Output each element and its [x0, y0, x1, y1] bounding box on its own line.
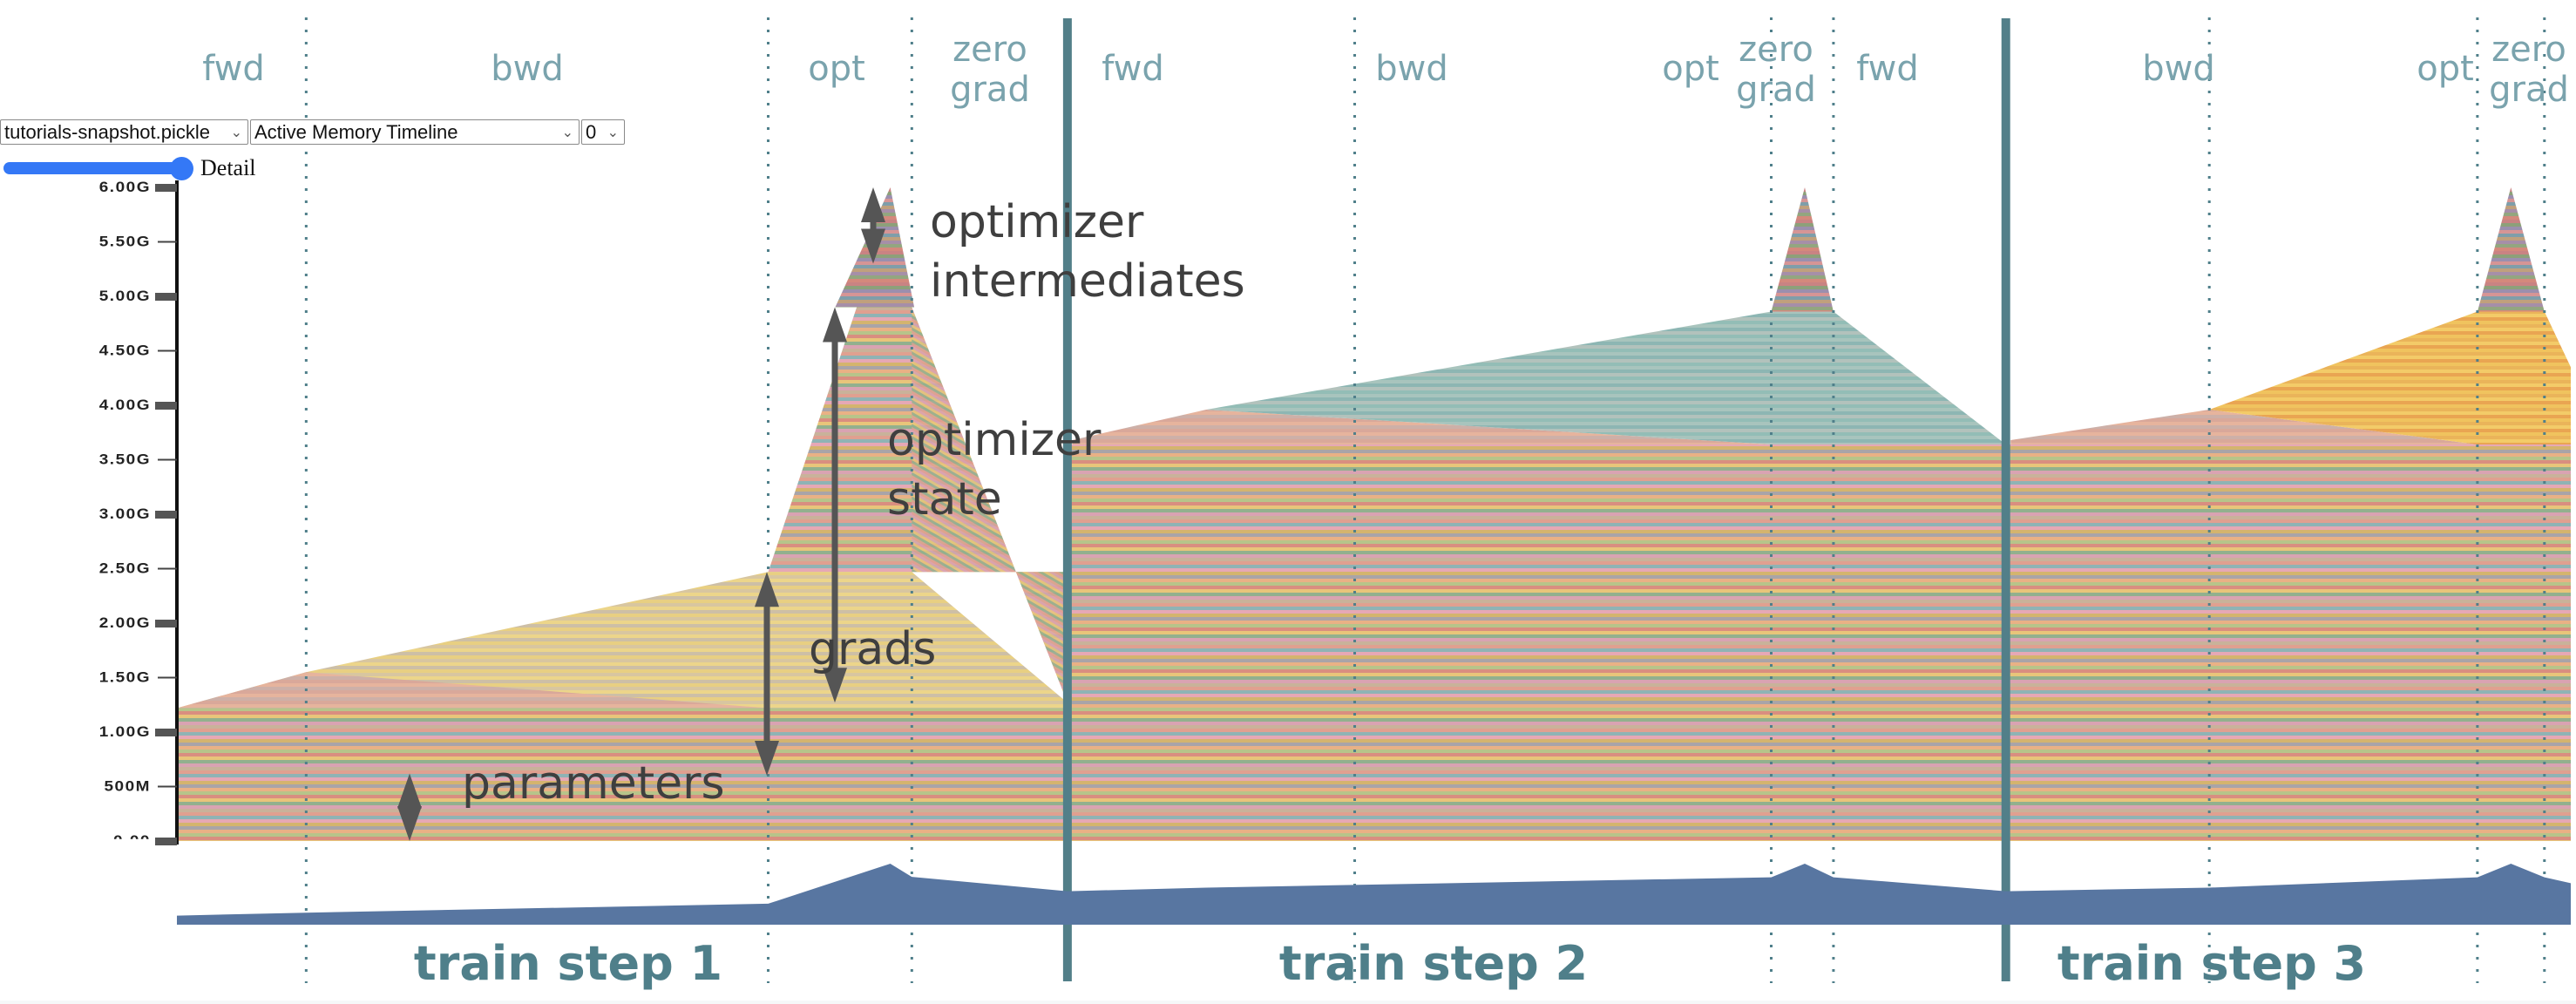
- detail-slider[interactable]: [3, 157, 193, 180]
- y-tick: [155, 402, 177, 410]
- y-tick: [155, 620, 177, 628]
- y-tick-label: 5.50G: [99, 234, 151, 249]
- arrow-up-icon: [861, 187, 885, 222]
- phase-label-bwd: bwd: [491, 49, 564, 89]
- y-tick: [155, 729, 177, 736]
- page-bottom-band: [0, 1001, 2576, 1004]
- controls-bar: tutorials-snapshot.pickle ⌄ Active Memor…: [0, 119, 625, 145]
- optimizer-intermediates-label: optimizer: [930, 196, 1144, 248]
- snapshot-file-select[interactable]: tutorials-snapshot.pickle ⌄: [0, 119, 248, 145]
- memory-viz-page: tutorials-snapshot.pickle ⌄ Active Memor…: [0, 0, 2576, 1004]
- phase-label-zero-grad: zero: [952, 30, 1027, 70]
- phase-label-bwd: bwd: [2142, 49, 2215, 89]
- train-step-label: train step 3: [2057, 936, 2366, 991]
- y-tick-label: 4.00G: [99, 397, 151, 412]
- grads-label: grads: [809, 623, 936, 675]
- y-axis: 0.00 500M 1.00G 1.50G 2.00G 2.50G 3.00G 3.50G 4.…: [99, 179, 179, 848]
- phase-label-zero-grad: zero: [1739, 30, 1813, 70]
- phase-label-opt: opt: [2417, 49, 2474, 89]
- optimizer-state-area: [1067, 444, 2571, 841]
- y-tick-label: 6.00G: [99, 179, 151, 194]
- optimizer-state-label-line2: state: [887, 473, 1002, 526]
- phase-label-fwd: fwd: [202, 49, 264, 89]
- train-step-label: train step 1: [414, 936, 722, 991]
- detail-slider-row: Detail: [3, 155, 256, 181]
- y-tick-label: 3.50G: [99, 451, 151, 467]
- y-tick-label: 5.00G: [99, 288, 151, 303]
- y-tick: [155, 293, 177, 301]
- minimap-overview[interactable]: [177, 864, 2571, 925]
- optimizer-intermediates-peak: [2477, 187, 2545, 312]
- y-tick: [155, 511, 177, 519]
- y-tick-label: 4.50G: [99, 343, 151, 358]
- y-tick-label: 500M: [104, 778, 151, 794]
- y-tick: [158, 785, 177, 788]
- y-tick: [158, 567, 177, 570]
- optimizer-state-label: optimizer: [887, 414, 1102, 466]
- phase-label-fwd: fwd: [1102, 49, 1163, 89]
- memory-areas: [177, 187, 2571, 841]
- view-mode-select[interactable]: Active Memory Timeline ⌄: [250, 119, 580, 145]
- y-tick: [158, 241, 177, 243]
- optimizer-intermediates-peak: [1771, 187, 1834, 312]
- phase-label-opt: opt: [1662, 49, 1719, 89]
- y-tick-label: 2.00G: [99, 614, 151, 630]
- phase-label-zero-grad: zero: [2491, 30, 2566, 70]
- memory-timeline-chart: 0.00 500M 1.00G 1.50G 2.00G 2.50G 3.00G 3.50G 4.…: [99, 17, 2571, 991]
- parameters-label: parameters: [462, 757, 725, 810]
- train-step-label: train step 2: [1279, 936, 1588, 991]
- chevron-down-icon: ⌄: [607, 125, 619, 140]
- y-tick-label: 0.00: [113, 832, 151, 848]
- arrow-shaft: [831, 340, 838, 670]
- train-step-separator: [1062, 18, 1072, 981]
- y-tick: [158, 458, 177, 461]
- y-tick-label: 1.00G: [99, 723, 151, 739]
- phase-label-opt: opt: [808, 49, 865, 89]
- minimap-area[interactable]: [177, 864, 2571, 925]
- y-tick: [158, 349, 177, 352]
- phase-label-zero-grad-line2: grad: [950, 70, 1030, 110]
- y-tick-label: 3.00G: [99, 505, 151, 521]
- y-tick: [155, 838, 177, 845]
- arrow-up-icon: [823, 307, 847, 343]
- arrow-shaft: [763, 605, 770, 743]
- optimizer-intermediates-label-line2: intermediates: [930, 255, 1245, 308]
- device-index-select[interactable]: 0 ⌄: [581, 119, 625, 145]
- chevron-down-icon: ⌄: [230, 125, 242, 140]
- y-tick: [155, 184, 177, 192]
- detail-slider-thumb[interactable]: [170, 157, 193, 180]
- phase-label-fwd: fwd: [1856, 49, 1918, 89]
- snapshot-file-value: tutorials-snapshot.pickle: [4, 120, 211, 143]
- phase-label-bwd: bwd: [1375, 49, 1448, 89]
- phase-label-zero-grad-line2: grad: [2489, 70, 2569, 110]
- view-mode-value: Active Memory Timeline: [254, 120, 458, 143]
- y-tick-label: 2.50G: [99, 560, 151, 576]
- chevron-down-icon: ⌄: [561, 125, 573, 140]
- train-step-separator: [2001, 18, 2010, 981]
- y-tick: [158, 676, 177, 679]
- detail-slider-label: Detail: [200, 155, 256, 180]
- phase-label-zero-grad-line2: grad: [1736, 70, 1816, 110]
- device-index-value: 0: [586, 120, 597, 143]
- y-tick-label: 1.50G: [99, 669, 151, 685]
